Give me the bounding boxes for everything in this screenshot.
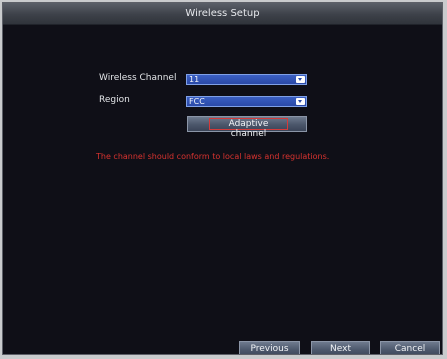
adaptive-channel-label: Adaptive channel xyxy=(209,118,288,139)
adaptive-channel-button[interactable]: Adaptive channel xyxy=(187,116,307,139)
wireless-channel-value: 11 xyxy=(189,75,200,84)
cancel-button[interactable]: Cancel xyxy=(380,341,440,354)
wireless-channel-label: Wireless Channel xyxy=(99,73,177,83)
chevron-down-icon xyxy=(296,98,305,105)
wireless-setup-window: Wireless Setup Wireless Channel 11 Regio… xyxy=(2,2,443,355)
region-select[interactable]: FCC xyxy=(186,96,307,107)
wireless-channel-select[interactable]: 11 xyxy=(186,74,307,85)
region-label: Region xyxy=(99,95,130,105)
region-value: FCC xyxy=(189,97,205,106)
regulation-warning: The channel should conform to local laws… xyxy=(96,152,330,161)
previous-button[interactable]: Previous xyxy=(239,341,300,354)
window-title: Wireless Setup xyxy=(3,3,442,25)
next-button[interactable]: Next xyxy=(311,341,370,354)
chevron-down-icon xyxy=(296,76,305,83)
